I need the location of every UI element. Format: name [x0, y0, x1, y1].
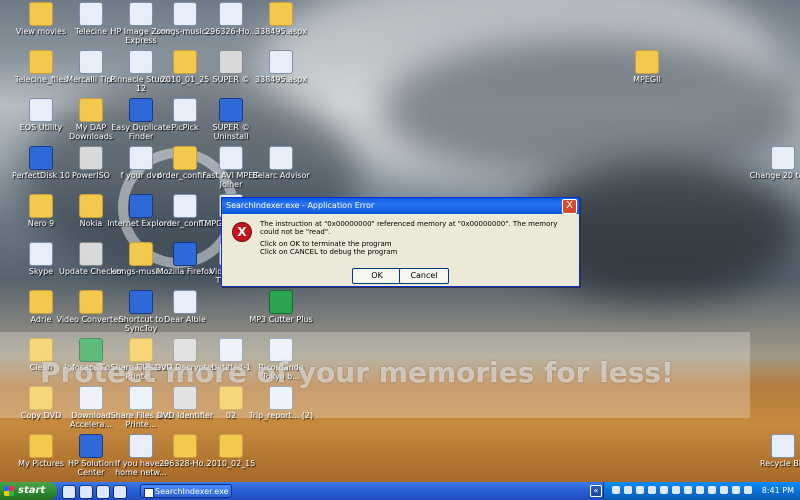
cancel-button[interactable]: Cancel [399, 268, 449, 284]
folder-icon [173, 434, 197, 458]
quick-launch-firefox-icon[interactable] [79, 485, 93, 499]
desktop-icon-label: Belarc Advisor [252, 171, 310, 180]
app-icon [219, 146, 243, 170]
system-tray: « 8:41 PM [590, 482, 800, 500]
app-icon [173, 2, 197, 26]
app-icon [771, 434, 795, 458]
desktop-icon-label: Dear Albie [164, 315, 206, 324]
folder-icon [269, 2, 293, 26]
app-icon [79, 50, 103, 74]
folder-icon [79, 290, 103, 314]
disc-icon [79, 242, 103, 266]
folder-icon [29, 434, 53, 458]
desktop-icon[interactable]: 338495.aspx [246, 2, 316, 36]
tray-icon[interactable] [720, 486, 728, 494]
app-icon [269, 50, 293, 74]
tray-icon[interactable] [636, 486, 644, 494]
quick-launch [62, 485, 127, 499]
watermark-text: Protect more of your memories for less! [40, 356, 674, 389]
desktop-icon[interactable]: 338495.aspx [246, 50, 316, 84]
dialog-message-line2: Click on OK to terminate the program [260, 240, 392, 248]
ok-button[interactable]: OK [352, 268, 402, 284]
dialog-title: SearchIndexer.exe - Application Error [226, 201, 375, 210]
start-label: start [18, 485, 46, 496]
app-icon [79, 2, 103, 26]
tray-icon[interactable] [660, 486, 668, 494]
tray-icon[interactable] [624, 486, 632, 494]
app-icon [173, 242, 197, 266]
desktop-icon[interactable]: Dear Albie [150, 290, 220, 324]
folder-icon [29, 290, 53, 314]
app-icon [29, 146, 53, 170]
dialog-message-line1: The instruction at "0x00000000" referenc… [260, 220, 558, 236]
folder-icon [173, 146, 197, 170]
desktop-icon[interactable]: MP3 Cutter Plus [246, 290, 316, 324]
folder-icon [219, 434, 243, 458]
desktop-icon[interactable]: MPEGII [612, 50, 682, 84]
quick-launch-desktop-icon[interactable] [113, 485, 127, 499]
quick-launch-media-icon[interactable] [96, 485, 110, 499]
desktop-icon[interactable]: 2010_02_15 [196, 434, 266, 468]
taskbar-item-label: SearchIndexer.exe - ... [155, 487, 231, 496]
folder-icon [29, 2, 53, 26]
app-icon [173, 290, 197, 314]
dialog-body: X The instruction at "0x00000000" refere… [222, 214, 579, 286]
app-icon [29, 98, 53, 122]
disc-icon [79, 146, 103, 170]
taskbar-item-searchindexer[interactable]: SearchIndexer.exe - ... [140, 484, 232, 498]
tray-icon[interactable] [684, 486, 692, 494]
taskbar: start SearchIndexer.exe - ... « 8:41 PM [0, 482, 800, 500]
close-icon[interactable]: X [562, 199, 577, 214]
desktop-icon-label: 338495.aspx [255, 27, 307, 36]
desktop-icon[interactable]: SUPER © Uninstall [196, 98, 266, 141]
tray-icon[interactable] [612, 486, 620, 494]
app-icon [29, 242, 53, 266]
desktop-icon-label: 2010_02_15 [206, 459, 256, 468]
folder-icon [29, 194, 53, 218]
tray-icon[interactable] [708, 486, 716, 494]
tray-icon[interactable] [648, 486, 656, 494]
app-icon [219, 98, 243, 122]
desktop-icon[interactable]: Change 20 to 50 [748, 146, 800, 180]
taskbar-clock[interactable]: 8:41 PM [762, 482, 794, 500]
folder-icon [173, 50, 197, 74]
folder-icon [79, 194, 103, 218]
tray-icon[interactable] [696, 486, 704, 494]
desktop-icon-label: SUPER © Uninstall [212, 123, 250, 141]
folder-icon [79, 98, 103, 122]
start-button[interactable]: start [0, 482, 57, 500]
taskbar-window-icon [144, 488, 154, 497]
folder-icon [635, 50, 659, 74]
desktop-icon[interactable]: Recycle Bin [748, 434, 800, 468]
error-dialog: SearchIndexer.exe - Application Error X … [221, 197, 580, 287]
desktop-icon-label: MPEGII [633, 75, 661, 84]
tray-expand-icon[interactable]: « [590, 485, 602, 497]
dialog-titlebar[interactable]: SearchIndexer.exe - Application Error X [222, 198, 579, 214]
app-icon [173, 98, 197, 122]
desktop: photobucket View moviesTelecineHP Image … [0, 0, 800, 482]
sky-cloud [380, 40, 800, 180]
disc-icon [219, 50, 243, 74]
desktop-icon-label: Change 20 to 50 [749, 171, 800, 180]
app-icon [173, 194, 197, 218]
app-icon [771, 146, 795, 170]
dialog-message-line3: Click on CANCEL to debug the program [260, 248, 398, 256]
app-icon [269, 146, 293, 170]
quick-launch-browser-icon[interactable] [62, 485, 76, 499]
desktop-icon[interactable]: Belarc Advisor [246, 146, 316, 180]
folder-icon [29, 50, 53, 74]
tray-icon[interactable] [744, 486, 752, 494]
windows-logo-icon [4, 486, 14, 496]
tray-icon[interactable] [672, 486, 680, 494]
dialog-message: The instruction at "0x00000000" referenc… [260, 220, 571, 256]
desktop-icon-label: 338495.aspx [255, 75, 307, 84]
desktop-icon-label: Recycle Bin [759, 459, 800, 468]
app-icon [269, 290, 293, 314]
app-icon [79, 434, 103, 458]
error-icon: X [232, 222, 252, 242]
desktop-icon-label: MP3 Cutter Plus [249, 315, 313, 324]
app-icon [219, 2, 243, 26]
tray-icon[interactable] [732, 486, 740, 494]
